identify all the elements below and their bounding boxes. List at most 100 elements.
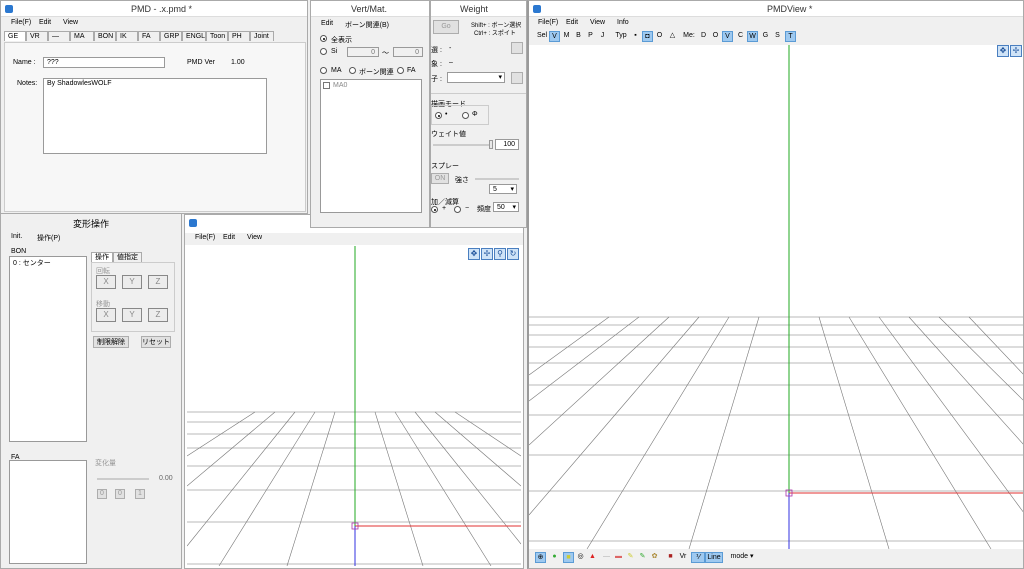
tool-v[interactable]: V [549,31,560,42]
release-limit-button[interactable]: 制限解除 [93,336,129,348]
weight-titlebar[interactable]: Weight [431,1,526,17]
pill-icon[interactable]: ▬ [613,552,624,563]
small-button-1[interactable]: 0 [97,489,107,499]
vert-list[interactable]: MA0 [320,79,422,213]
menu-edit[interactable]: Edit [39,19,51,26]
tab-ph[interactable]: PH [228,31,250,41]
view-reset-icon[interactable]: ⊕ [535,552,546,563]
tool-o[interactable]: O [710,31,721,42]
dash-icon[interactable]: — [601,552,612,563]
mode-dropdown[interactable]: mode ▾ [727,552,757,563]
tool-d[interactable]: D [698,31,709,42]
row3-select[interactable]: ▾ [447,72,505,83]
rotate-x-button[interactable]: X [96,275,116,289]
menu-edit[interactable]: Edit [321,20,333,27]
menu-init[interactable]: Init. [11,233,22,240]
spray-on-button[interactable]: ON [431,173,449,184]
freq-select[interactable]: 50 ▾ [493,202,519,212]
bon-list[interactable]: 0 : センター [9,256,87,442]
si-from-input[interactable]: 0 [347,47,379,57]
pmd-titlebar[interactable]: PMD - .x.pmd * [1,1,307,17]
tool-m[interactable]: M [561,31,572,42]
change-slider[interactable] [97,478,149,480]
weight-slider-track[interactable] [433,144,491,146]
tool-s[interactable]: S [772,31,783,42]
tool-g[interactable]: G [760,31,771,42]
list-item[interactable]: MA0 [333,82,347,89]
tool-c[interactable]: C [735,31,746,42]
green-pencil-icon[interactable]: ✎ [637,552,648,563]
tab-bon[interactable]: BON [94,31,116,41]
tab-grp[interactable]: GRP [160,31,182,41]
tool-circle[interactable]: O [654,31,665,42]
menu-view[interactable]: View [63,19,78,26]
menu-operation[interactable]: 操作(P) [37,233,60,243]
tab-dash[interactable]: — [48,31,70,41]
target-icon[interactable]: ◎ [575,552,586,563]
tab-toon[interactable]: Toon [206,31,228,41]
row1-button[interactable] [511,42,523,54]
weight-value-input[interactable]: 100 [495,139,519,150]
menu-file[interactable]: File(F) [538,19,558,26]
reset-button[interactable]: リセット [141,336,171,348]
rotate-z-button[interactable]: Z [148,275,168,289]
tool-t[interactable]: T [785,31,796,42]
tool-v2[interactable]: V [722,31,733,42]
tool-box[interactable]: ◘ [642,31,653,42]
row3-button[interactable] [511,72,523,84]
tab-joint[interactable]: Joint [250,31,274,41]
menu-view[interactable]: View [590,19,605,26]
draw-mode-phi-radio[interactable] [462,112,469,119]
list-item-checkbox[interactable] [323,82,330,89]
name-input[interactable]: ??? [43,57,165,68]
tab-ik[interactable]: IK [116,31,138,41]
si-to-input[interactable]: 0 [393,47,423,57]
vr-toggle[interactable]: Vr [677,552,689,563]
filter-fa-radio[interactable] [397,67,404,74]
draw-mode-dot-radio[interactable] [435,112,442,119]
yellow-pencil-icon[interactable]: ✎ [625,552,636,563]
fa-list[interactable] [9,460,87,564]
line-toggle[interactable]: Line [705,552,723,563]
strength-slider[interactable] [475,178,519,180]
axis-icon[interactable]: ⅟ [691,552,705,563]
tab-vr[interactable]: VR [26,31,48,41]
add-radio[interactable] [431,206,438,213]
menu-view[interactable]: View [247,234,262,241]
filter-bone-radio[interactable] [349,67,356,74]
menu-file[interactable]: File(F) [195,234,215,241]
tool-j[interactable]: J [597,31,608,42]
move-x-button[interactable]: X [96,308,116,322]
flower-icon[interactable]: ✿ [649,552,660,563]
menu-file[interactable]: File(F) [11,19,31,26]
menu-edit[interactable]: Edit [223,234,235,241]
sub-radio[interactable] [454,206,461,213]
si-radio[interactable] [320,48,327,55]
notes-textarea[interactable]: By ShadowlesWOLF [43,78,267,154]
tab-ma[interactable]: MA [70,31,94,41]
red-triangle-icon[interactable]: ▲ [587,552,598,563]
weight-slider-thumb[interactable] [489,140,493,149]
tool-b[interactable]: B [573,31,584,42]
tool-w[interactable]: W [747,31,758,42]
yellow-square-icon[interactable]: ■ [563,552,574,563]
filter-ma-radio[interactable] [320,67,327,74]
show-all-radio[interactable] [320,35,327,42]
small-viewport[interactable]: ✥ ✢ ⚲ ↻ [187,246,521,566]
tool-p[interactable]: P [585,31,596,42]
tab-ge[interactable]: GE [4,31,26,41]
tab-value[interactable]: 値指定 [113,252,142,262]
strength-select[interactable]: 5 ▾ [489,184,517,194]
list-item[interactable]: 0 : センター [10,257,86,269]
green-dot-icon[interactable]: ● [549,552,560,563]
go-button[interactable]: Go [433,20,459,34]
menu-edit[interactable]: Edit [566,19,578,26]
move-y-button[interactable]: Y [122,308,142,322]
tool-triangle[interactable]: △ [667,31,678,42]
color-box-icon[interactable]: ■ [665,552,676,563]
vert-titlebar[interactable]: Vert/Mat. [311,1,429,17]
menu-bone[interactable]: ボーン関連(B) [345,20,389,30]
small-button-2[interactable]: 0 [115,489,125,499]
tool-square[interactable]: ▪ [630,31,641,42]
tab-engl[interactable]: ENGL [182,31,206,41]
